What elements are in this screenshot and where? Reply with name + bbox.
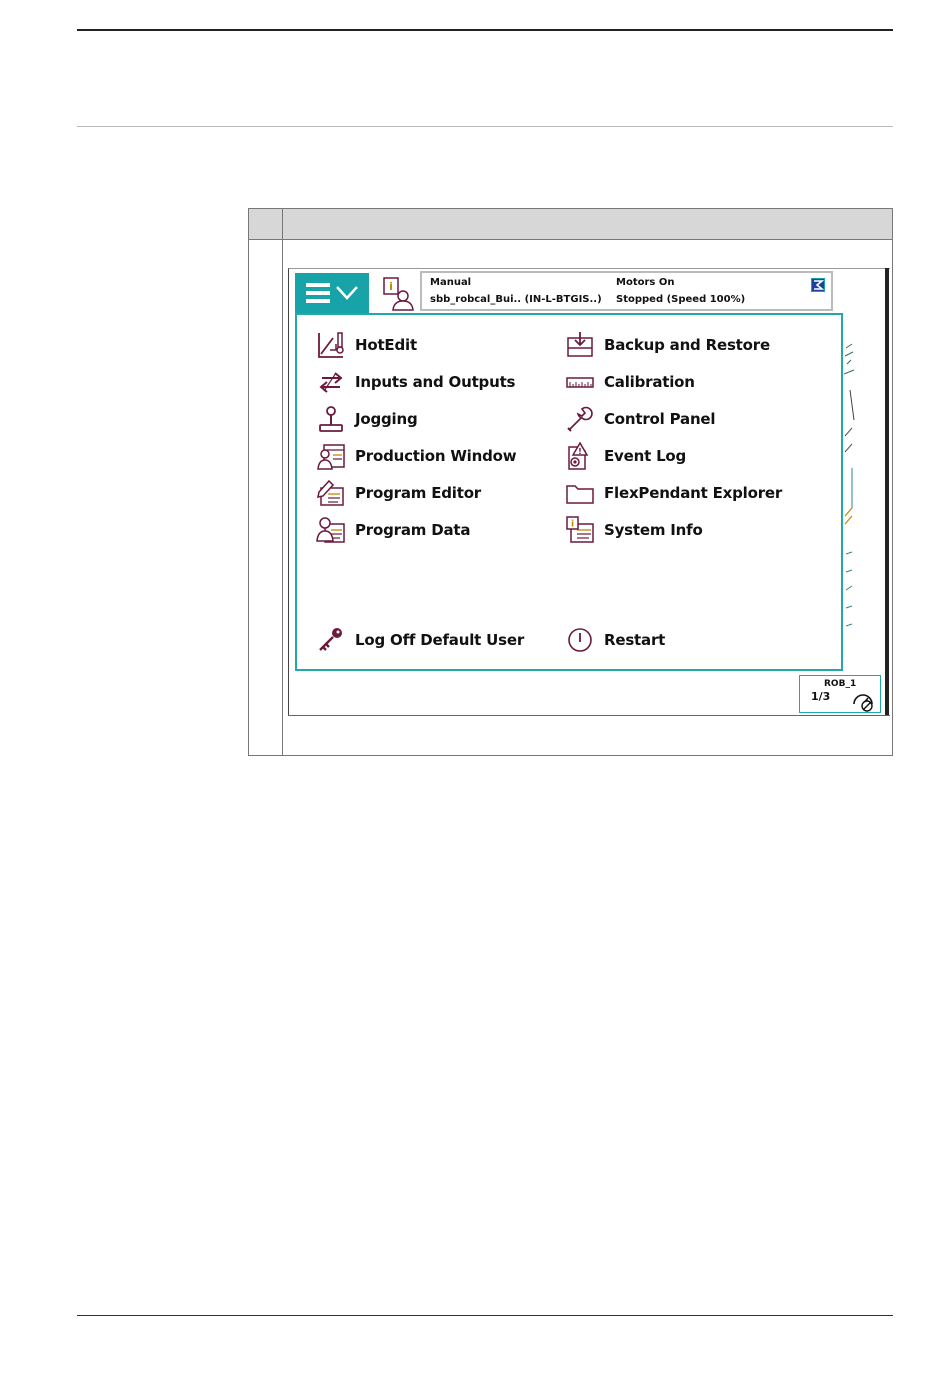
speed-stopped-icon — [853, 694, 873, 712]
restart-button[interactable]: Restart — [565, 625, 665, 655]
menu-item-label: Backup and Restore — [604, 336, 770, 354]
event-log-icon: ! — [568, 441, 589, 470]
menu-item-label: Control Panel — [604, 410, 716, 428]
menu-item-production-window[interactable]: Production Window — [316, 441, 517, 471]
backup-icon — [567, 332, 593, 357]
program-editor-icon — [317, 479, 344, 506]
wrench-icon — [567, 406, 593, 432]
menu-item-label: Jogging — [355, 410, 418, 428]
operating-mode: Manual — [430, 277, 472, 288]
quickset-icon[interactable] — [811, 278, 825, 292]
menu-item-label: HotEdit — [355, 336, 417, 354]
menu-item-hotedit[interactable]: HotEdit — [316, 330, 417, 360]
figure-table-header — [249, 209, 892, 240]
menu-item-label: Program Data — [355, 521, 471, 539]
screen-bottom-edge — [288, 715, 890, 716]
menu-item-calibration[interactable]: Calibration — [565, 367, 695, 397]
operator-info-icon[interactable]: i — [378, 276, 416, 312]
robot-status-button[interactable]: ROB_1 1/3 — [799, 675, 881, 713]
top-rule — [77, 29, 893, 31]
menu-item-program-data[interactable]: Program Data — [316, 515, 470, 545]
ruler-icon — [566, 377, 594, 388]
svg-text:i: i — [389, 280, 393, 293]
power-icon — [568, 628, 592, 652]
main-menu-button[interactable] — [295, 273, 369, 313]
log-off-button[interactable]: Log Off Default User — [316, 625, 524, 655]
menu-item-label: Event Log — [604, 447, 687, 465]
menu-item-jogging[interactable]: Jogging — [316, 404, 418, 434]
menu-item-flexpendant-explorer[interactable]: FlexPendant Explorer — [565, 478, 782, 508]
menu-item-system-info[interactable]: i System Info — [565, 515, 703, 545]
footer-rule — [77, 1315, 893, 1316]
folder-icon — [566, 485, 594, 504]
figure-table-divider — [282, 209, 283, 755]
motors-state: Motors On — [616, 277, 675, 288]
svg-text:!: ! — [578, 447, 582, 456]
system-info-icon: i — [566, 516, 594, 543]
task-fraction-text: 1/3 — [811, 690, 830, 703]
menu-item-label: Program Editor — [355, 484, 482, 502]
log-off-label: Log Off Default User — [355, 631, 525, 649]
menu-item-label: Inputs and Outputs — [355, 373, 516, 391]
menu-item-backup-restore[interactable]: Backup and Restore — [565, 330, 770, 360]
menu-item-label: Calibration — [604, 373, 695, 391]
program-data-icon — [316, 517, 345, 543]
menu-item-label: Production Window — [355, 447, 517, 465]
hamburger-icon — [306, 283, 330, 303]
menu-item-label: System Info — [604, 521, 703, 539]
system-name: sbb_robcal_Bui.. (IN-L-BTGIS..) — [430, 294, 602, 305]
io-arrows-icon — [319, 372, 343, 393]
restart-label: Restart — [604, 631, 666, 649]
menu-item-inputs-outputs[interactable]: Inputs and Outputs — [316, 367, 515, 397]
chevron-down-icon — [336, 286, 358, 300]
production-window-icon — [317, 444, 345, 470]
section-rule — [77, 126, 893, 127]
hotedit-icon — [318, 332, 344, 358]
status-bar[interactable]: Manual sbb_robcal_Bui.. (IN-L-BTGIS..) M… — [420, 271, 833, 311]
background-program-lines — [843, 343, 855, 627]
mechanical-unit-name: ROB_1 — [824, 679, 857, 689]
screen-scrollbar[interactable] — [885, 268, 889, 716]
key-icon — [319, 628, 342, 651]
menu-item-event-log[interactable]: ! Event Log — [565, 441, 686, 471]
menu-item-control-panel[interactable]: Control Panel — [565, 404, 716, 434]
svg-text:i: i — [571, 520, 574, 530]
joystick-icon — [319, 406, 343, 432]
task-fraction-icon: 1/3 — [811, 690, 830, 703]
program-state: Stopped (Speed 100%) — [616, 294, 746, 305]
menu-item-program-editor[interactable]: Program Editor — [316, 478, 481, 508]
menu-item-label: FlexPendant Explorer — [604, 484, 783, 502]
